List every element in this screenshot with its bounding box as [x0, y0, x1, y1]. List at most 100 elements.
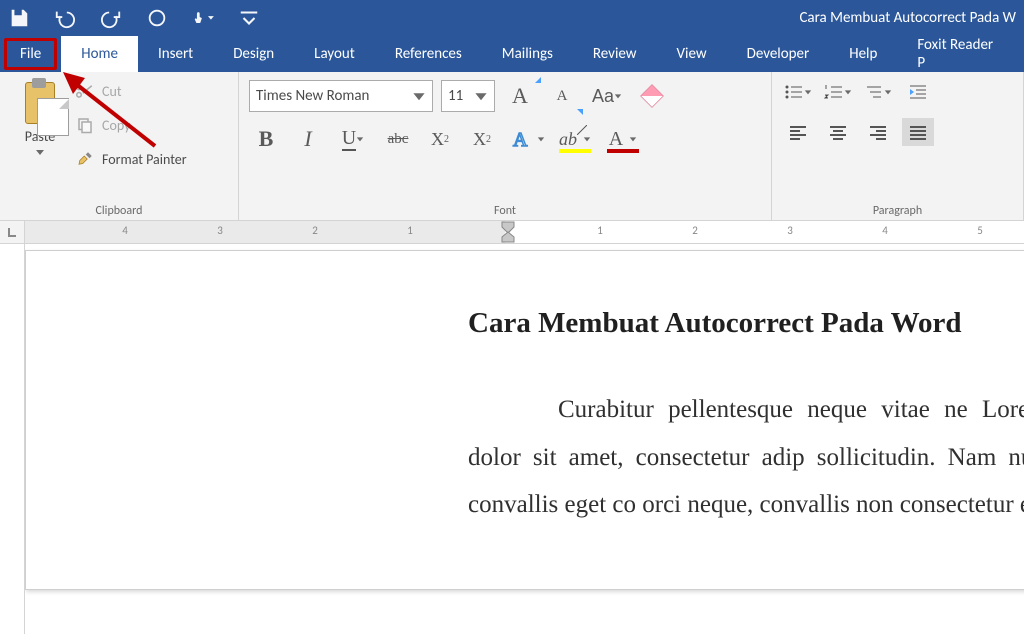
hanging-indent-marker[interactable] [501, 231, 515, 243]
svg-text:A: A [513, 129, 528, 150]
format-painter-button[interactable]: Format Painter [76, 146, 187, 172]
touch-mode-icon[interactable] [192, 7, 214, 29]
copy-button[interactable]: Copy [76, 112, 187, 138]
multilevel-list-button[interactable] [862, 78, 894, 106]
tab-foxit[interactable]: Foxit Reader P [897, 36, 1024, 72]
tab-home-label: Home [81, 45, 118, 63]
text-effects-button[interactable]: A [507, 124, 547, 154]
numbering-icon [824, 83, 844, 101]
chevron-down-icon [35, 147, 45, 157]
tab-home[interactable]: Home [61, 36, 138, 72]
align-left-button[interactable] [782, 118, 814, 146]
align-left-icon [788, 123, 808, 141]
quick-access-toolbar [8, 7, 260, 29]
page[interactable]: Cara Membuat Autocorrect Pada Word Curab… [25, 250, 1024, 590]
superscript-label: X [473, 129, 486, 150]
highlight-label: ab [559, 129, 577, 150]
italic-button[interactable]: I [291, 124, 325, 154]
bold-button[interactable]: B [249, 124, 283, 154]
ribbon: Paste Cut Copy Format Painter Clipboard [0, 72, 1024, 221]
strikethrough-button[interactable]: abc [381, 124, 415, 154]
bullets-button[interactable] [782, 78, 814, 106]
document-title: Cara Membuat Autocorrect Pada W [799, 0, 1016, 36]
paste-button[interactable]: Paste [10, 78, 70, 172]
clear-formatting-button[interactable] [635, 81, 669, 111]
ruler-num: 2 [312, 224, 318, 237]
cut-label: Cut [102, 83, 122, 100]
chevron-down-icon [583, 135, 591, 143]
underline-button[interactable]: U [333, 124, 373, 154]
change-case-button[interactable]: Aa [587, 81, 627, 111]
tab-help-label: Help [849, 45, 877, 63]
tab-selector[interactable] [0, 221, 25, 243]
font-name-value: Times New Roman [256, 87, 369, 105]
italic-label: I [304, 126, 311, 152]
tab-review[interactable]: Review [573, 36, 657, 72]
brush-icon [76, 150, 94, 168]
copy-label: Copy [102, 117, 130, 134]
align-right-button[interactable] [862, 118, 894, 146]
decrease-indent-button[interactable] [902, 78, 934, 106]
grow-font-label: A [512, 83, 528, 109]
tab-design-label: Design [233, 45, 274, 63]
ruler-num: 5 [977, 224, 983, 237]
group-label-paragraph: Paragraph [782, 202, 1013, 218]
tab-help[interactable]: Help [829, 36, 897, 72]
document-heading: Cara Membuat Autocorrect Pada Word [468, 307, 1024, 340]
font-color-button[interactable]: A [603, 124, 643, 154]
shrink-font-button[interactable]: A [545, 81, 579, 111]
font-size-value: 11 [448, 87, 463, 105]
strikethrough-label: abc [388, 131, 409, 148]
chevron-down-icon [356, 135, 364, 143]
chevron-down-icon [614, 92, 622, 100]
tab-insert[interactable]: Insert [138, 36, 213, 72]
chevron-down-icon [804, 83, 812, 101]
chevron-down-icon [884, 83, 892, 101]
tab-review-label: Review [593, 45, 637, 63]
save-icon[interactable] [8, 7, 30, 29]
group-paragraph: Paragraph [772, 72, 1024, 220]
tab-references-label: References [395, 45, 462, 63]
undo-icon[interactable] [54, 7, 76, 29]
grow-font-button[interactable]: A [503, 81, 537, 111]
outdent-icon [908, 83, 928, 101]
ruler-num: 1 [407, 224, 413, 237]
eraser-icon [640, 84, 664, 108]
format-painter-label: Format Painter [102, 151, 187, 168]
tab-file[interactable]: File [0, 36, 61, 72]
paste-icon [19, 78, 61, 126]
tab-references[interactable]: References [375, 36, 482, 72]
subscript-button[interactable]: X2 [423, 124, 457, 154]
vertical-ruler[interactable] [0, 244, 25, 634]
tab-developer[interactable]: Developer [727, 36, 830, 72]
page-viewport[interactable]: Cara Membuat Autocorrect Pada Word Curab… [25, 244, 1024, 634]
tab-mailings[interactable]: Mailings [482, 36, 573, 72]
font-name-combo[interactable]: Times New Roman [249, 80, 433, 112]
change-case-label: Aa [592, 86, 614, 107]
highlight-button[interactable]: ab [555, 124, 595, 154]
tab-layout-label: Layout [314, 45, 355, 63]
bullets-icon [784, 83, 804, 101]
chevron-down-icon [844, 83, 852, 101]
align-justify-button[interactable] [902, 118, 934, 146]
font-size-combo[interactable]: 11 [441, 80, 495, 112]
document-area: Cara Membuat Autocorrect Pada Word Curab… [0, 244, 1024, 634]
align-center-button[interactable] [822, 118, 854, 146]
document-body: Curabitur pellentesque neque vitae ne Lo… [468, 386, 1024, 529]
tab-view[interactable]: View [657, 36, 727, 72]
superscript-button[interactable]: X2 [465, 124, 499, 154]
tab-view-label: View [677, 45, 707, 63]
chevron-down-icon [412, 89, 426, 103]
tab-layout[interactable]: Layout [294, 36, 375, 72]
underline-label: U [342, 127, 356, 151]
customize-qat-icon[interactable] [238, 7, 260, 29]
ruler-num: 1 [597, 224, 603, 237]
horizontal-ruler[interactable]: 4 3 2 1 1 2 3 4 5 [25, 221, 1024, 243]
font-color-label: A [609, 128, 623, 151]
tab-mailings-label: Mailings [502, 45, 553, 63]
cut-button[interactable]: Cut [76, 78, 187, 104]
repeat-icon[interactable] [146, 7, 168, 29]
redo-icon[interactable] [100, 7, 122, 29]
tab-design[interactable]: Design [213, 36, 294, 72]
numbering-button[interactable] [822, 78, 854, 106]
